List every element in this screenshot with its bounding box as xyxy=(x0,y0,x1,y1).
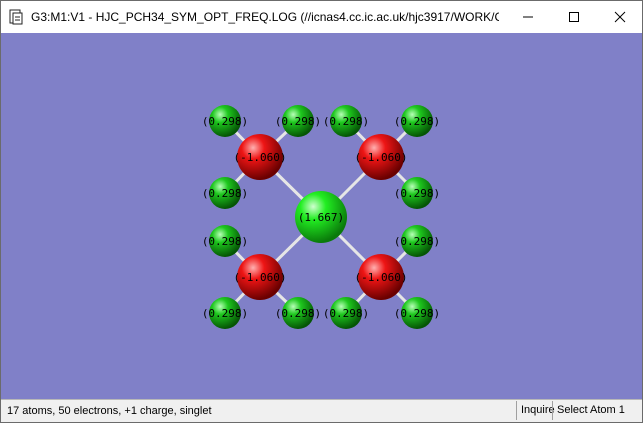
action-indicator: Select Atom 1 xyxy=(552,401,629,420)
charge-label: (0.298) xyxy=(275,307,321,320)
molecule-viewport[interactable]: (0.298) (0.298) (0.298) (0.298) (-1.060)… xyxy=(1,33,642,399)
maximize-icon xyxy=(569,12,579,22)
molecule-render[interactable]: (0.298) (0.298) (0.298) (0.298) (-1.060)… xyxy=(1,33,642,399)
charge-label: (0.298) xyxy=(202,307,248,320)
minimize-icon xyxy=(523,16,533,18)
charge-label: (0.298) xyxy=(394,115,440,128)
close-button[interactable] xyxy=(597,1,643,33)
molecule-info: 17 atoms, 50 electrons, +1 charge, singl… xyxy=(7,405,212,417)
charge-label: (0.298) xyxy=(323,307,369,320)
close-icon xyxy=(614,11,626,23)
window-title: G3:M1:V1 - HJC_PCH34_SYM_OPT_FREQ.LOG (/… xyxy=(31,10,499,24)
maximize-button[interactable] xyxy=(551,1,597,33)
charge-label: (-1.060) xyxy=(234,271,287,284)
charge-label: (0.298) xyxy=(202,235,248,248)
charge-label: (-1.060) xyxy=(355,271,408,284)
title-bar[interactable]: G3:M1:V1 - HJC_PCH34_SYM_OPT_FREQ.LOG (/… xyxy=(1,1,642,33)
charge-label: (-1.060) xyxy=(234,151,287,164)
charge-labels: (0.298) (0.298) (0.298) (0.298) (-1.060)… xyxy=(202,115,440,320)
charge-label: (0.298) xyxy=(275,115,321,128)
charge-label: (0.298) xyxy=(394,307,440,320)
charge-label: (0.298) xyxy=(323,115,369,128)
charge-label: (1.667) xyxy=(298,211,344,224)
charge-label: (0.298) xyxy=(394,187,440,200)
charge-label: (0.298) xyxy=(202,187,248,200)
minimize-button[interactable] xyxy=(505,1,551,33)
status-bar: 17 atoms, 50 electrons, +1 charge, singl… xyxy=(1,399,642,422)
charge-label: (0.298) xyxy=(202,115,248,128)
charge-label: (0.298) xyxy=(394,235,440,248)
document-icon[interactable] xyxy=(8,9,24,25)
gaussview-window: G3:M1:V1 - HJC_PCH34_SYM_OPT_FREQ.LOG (/… xyxy=(0,0,643,423)
charge-label: (-1.060) xyxy=(355,151,408,164)
